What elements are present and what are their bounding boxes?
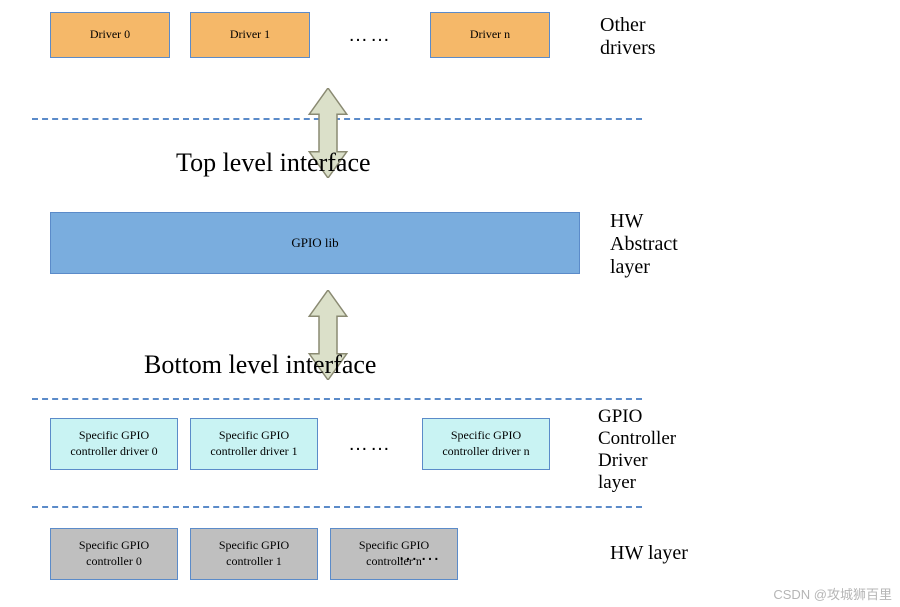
ellipsis-icon: ……: [380, 543, 460, 566]
layer-label-controller: GPIOControllerDriverlayer: [598, 406, 676, 493]
driver-box: Driver 1: [190, 12, 310, 58]
ellipsis-icon: ……: [330, 24, 410, 47]
hal-boxes: GPIO lib: [50, 212, 580, 274]
divider: [32, 398, 642, 400]
ellipsis-icon: ……: [330, 433, 410, 456]
controller-driver-boxes: Specific GPIO controller driver 0 Specif…: [50, 418, 550, 470]
divider: [32, 506, 642, 508]
controller-driver-box: Specific GPIO controller driver 1: [190, 418, 318, 470]
layer-label-hw: HW layer: [610, 542, 688, 565]
interface-label-top: Top level interface: [176, 148, 371, 178]
hw-controller-box: Specific GPIO controller 1: [190, 528, 318, 580]
controller-driver-box: Specific GPIO controller driver 0: [50, 418, 178, 470]
controller-driver-box: Specific GPIO controller driver n: [422, 418, 550, 470]
driver-box: Driver n: [430, 12, 550, 58]
interface-label-bottom: Bottom level interface: [144, 350, 376, 380]
watermark: CSDN @攻城狮百里: [773, 584, 892, 603]
driver-box: Driver 0: [50, 12, 170, 58]
hw-controller-box: Specific GPIO controller 0: [50, 528, 178, 580]
layer-label-hal: HWAbstractlayer: [610, 210, 678, 279]
drivers-boxes: Driver 0 Driver 1 …… Driver n: [50, 12, 550, 58]
gpio-lib-box: GPIO lib: [50, 212, 580, 274]
layer-label-drivers: Otherdrivers: [600, 14, 656, 60]
